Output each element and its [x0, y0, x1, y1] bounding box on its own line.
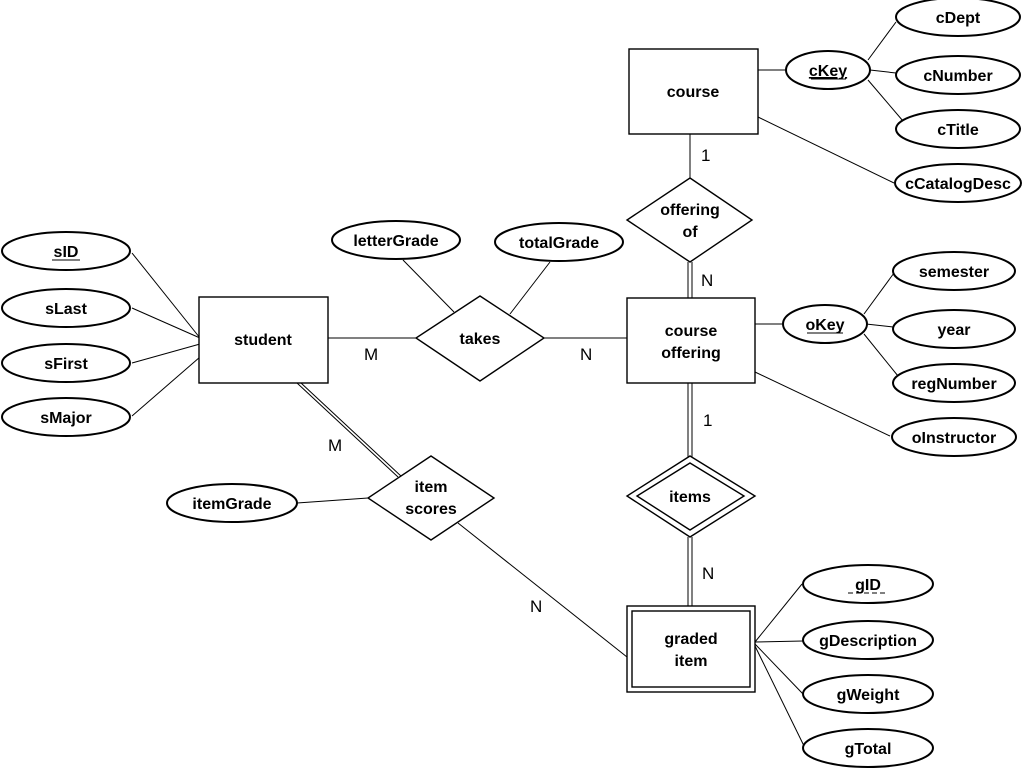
attribute-gdescription-label: gDescription: [819, 633, 917, 650]
attribute-cnumber[interactable]: cNumber: [895, 55, 1021, 95]
attribute-itemgrade-label: itemGrade: [192, 496, 271, 513]
cardinality-course-offeringof: 1: [701, 146, 710, 165]
relationship-offering-of[interactable]: offering of: [625, 177, 754, 263]
entity-student[interactable]: student: [198, 296, 329, 384]
attribute-sfirst-label: sFirst: [44, 356, 88, 373]
line-gradeditem-gtotal: [754, 645, 806, 749]
attribute-gdescription[interactable]: gDescription: [802, 620, 934, 660]
line-gradeditem-gid: [754, 583, 803, 643]
entity-course[interactable]: course: [628, 48, 759, 135]
attribute-okey-label: oKey: [805, 317, 844, 334]
attribute-semester[interactable]: semester: [892, 251, 1016, 291]
line-student-sid: [131, 252, 201, 339]
attribute-smajor[interactable]: sMajor: [1, 397, 131, 437]
attribute-gweight[interactable]: gWeight: [802, 674, 934, 714]
line-student-sfirst: [131, 343, 201, 364]
relationship-item-scores-label-2: scores: [405, 501, 457, 518]
cardinality-takes-courseoffering: N: [580, 345, 592, 364]
relationship-items[interactable]: items: [625, 455, 757, 538]
line-ckey-ctitle: [867, 79, 904, 122]
attribute-sid-label: sID: [54, 244, 79, 261]
er-diagram: course student course offering graded it…: [1, 0, 1022, 768]
attribute-regnumber-label: regNumber: [911, 376, 996, 393]
attribute-ccatalogdesc-label: cCatalogDesc: [905, 176, 1011, 193]
line-student-smajor: [131, 356, 201, 417]
entity-course-offering-label-1: course: [665, 323, 718, 340]
attribute-ckey[interactable]: cKey: [785, 50, 871, 90]
cardinality-items-gradeditem: N: [702, 564, 714, 583]
entity-course-offering[interactable]: course offering: [626, 297, 756, 384]
attribute-gid[interactable]: gID: [802, 564, 934, 604]
attribute-gweight-label: gWeight: [837, 687, 900, 704]
attribute-semester-label: semester: [919, 264, 989, 281]
attribute-oinstructor[interactable]: oInstructor: [891, 417, 1017, 457]
line-okey-semester: [863, 272, 895, 315]
attribute-year-label: year: [938, 322, 971, 339]
entity-graded-item[interactable]: graded item: [626, 605, 756, 693]
attribute-sfirst[interactable]: sFirst: [1, 343, 131, 383]
attribute-gtotal-label: gTotal: [845, 741, 892, 758]
cardinality-courseoffering-items: 1: [703, 411, 712, 430]
line-itemscores-gradeditem: [457, 522, 628, 658]
connectors: [131, 21, 904, 749]
entity-graded-item-label-1: graded: [664, 631, 717, 648]
line-student-itemscores-b: [300, 382, 403, 478]
line-courseoffering-oinstructor: [754, 371, 891, 437]
cardinality-student-itemscores: M: [328, 436, 342, 455]
attribute-ctitle[interactable]: cTitle: [895, 109, 1021, 149]
relationship-offering-of-label-2: of: [682, 224, 698, 241]
attribute-smajor-label: sMajor: [40, 410, 92, 427]
line-course-ccatalogdesc: [757, 116, 895, 184]
attribute-totalgrade[interactable]: totalGrade: [494, 222, 624, 262]
attribute-totalgrade-label: totalGrade: [519, 235, 599, 252]
cardinality-offeringof-courseoffering: N: [701, 271, 713, 290]
entity-course-label: course: [667, 84, 720, 101]
attribute-cdept[interactable]: cDept: [895, 0, 1021, 37]
attribute-lettergrade-label: letterGrade: [353, 233, 438, 250]
line-student-itemscores-a: [296, 382, 399, 478]
attribute-lettergrade[interactable]: letterGrade: [331, 220, 461, 260]
attribute-okey[interactable]: oKey: [782, 304, 868, 344]
attribute-gid-label: gID: [855, 577, 881, 594]
attribute-slast-label: sLast: [45, 301, 87, 318]
line-ckey-cdept: [867, 21, 897, 61]
attribute-oinstructor-label: oInstructor: [912, 430, 996, 447]
attribute-sid[interactable]: sID: [1, 231, 131, 271]
attribute-ckey-label: cKey: [809, 63, 847, 80]
line-gradeditem-gdescription: [754, 640, 804, 643]
attribute-slast[interactable]: sLast: [1, 288, 131, 328]
relationship-item-scores[interactable]: item scores: [366, 455, 496, 541]
relationship-item-scores-label-1: item: [415, 479, 448, 496]
attribute-year[interactable]: year: [892, 309, 1016, 349]
relationship-takes-label: takes: [460, 331, 501, 348]
entity-student-label: student: [234, 332, 292, 349]
relationship-takes[interactable]: takes: [414, 295, 546, 382]
attribute-cnumber-label: cNumber: [923, 68, 992, 85]
line-student-slast: [131, 307, 201, 339]
attribute-itemgrade[interactable]: itemGrade: [166, 483, 298, 523]
entity-course-offering-label-2: offering: [661, 345, 721, 362]
line-gradeditem-gweight: [754, 643, 804, 695]
line-itemscores-itemgrade: [296, 497, 369, 504]
attribute-gtotal[interactable]: gTotal: [802, 728, 934, 768]
line-takes-totalgrade: [509, 261, 551, 315]
line-ckey-cnumber: [869, 69, 897, 74]
entity-graded-item-label-2: item: [675, 653, 708, 670]
attribute-cdept-label: cDept: [936, 10, 981, 27]
cardinality-itemscores-gradeditem: N: [530, 597, 542, 616]
attribute-ccatalogdesc[interactable]: cCatalogDesc: [894, 163, 1022, 203]
line-takes-lettergrade: [402, 259, 455, 313]
relationship-offering-of-label-1: offering: [660, 202, 720, 219]
attribute-ctitle-label: cTitle: [937, 122, 979, 139]
attribute-regnumber[interactable]: regNumber: [892, 363, 1016, 403]
line-okey-year: [865, 323, 894, 328]
relationship-items-label: items: [669, 489, 711, 506]
cardinality-student-takes: M: [364, 345, 378, 364]
line-okey-regnumber: [863, 333, 899, 377]
